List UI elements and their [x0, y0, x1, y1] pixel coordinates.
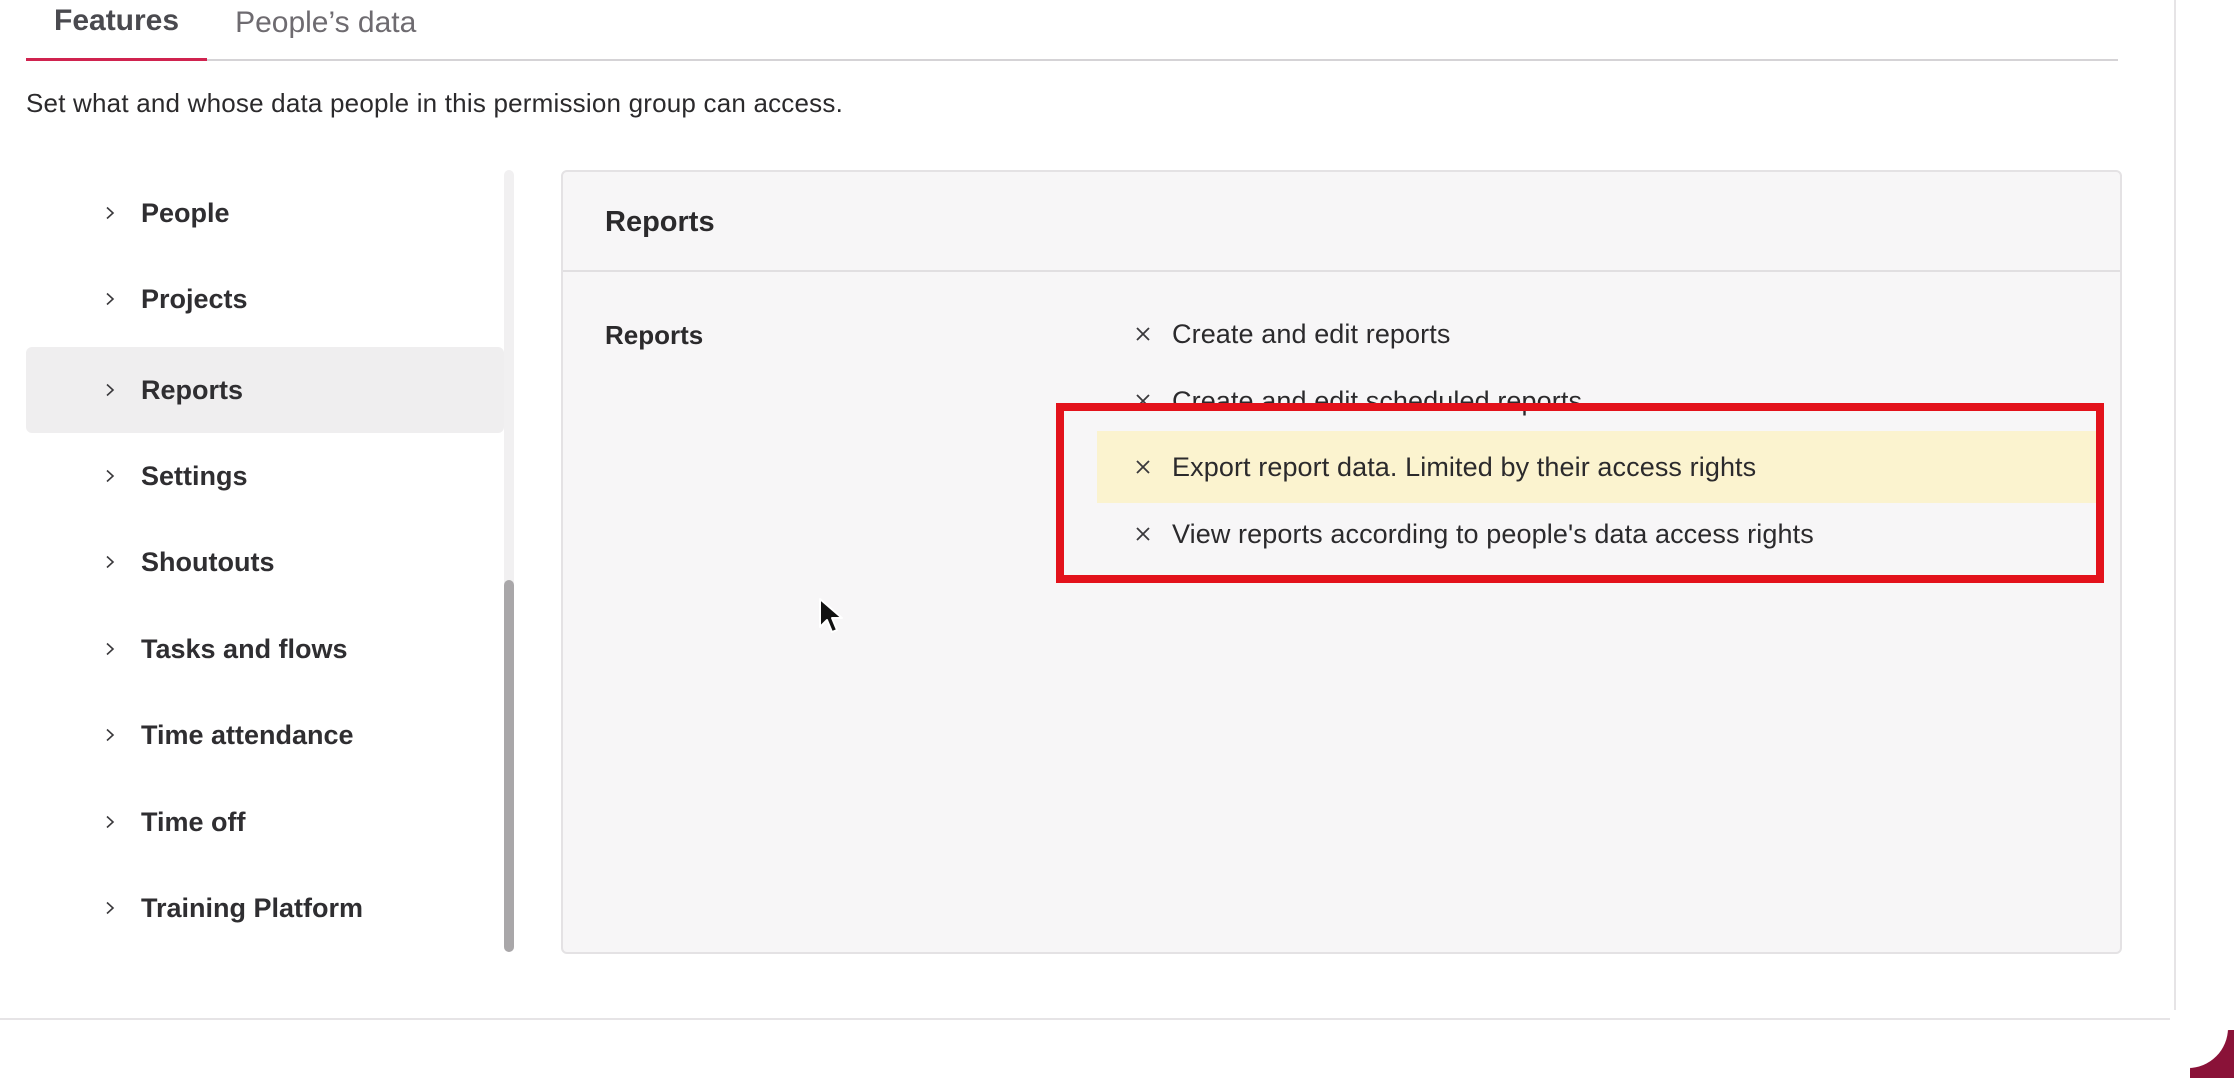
sidebar-item-label: Shoutouts	[141, 546, 275, 577]
sidebar-item-label: Settings	[141, 460, 248, 491]
sidebar-item-time-attendance[interactable]: Time attendance	[26, 692, 504, 778]
sidebar-item-reports[interactable]: Reports	[26, 347, 504, 433]
permission-label: Create and edit reports	[1172, 318, 1451, 349]
x-icon	[1133, 324, 1153, 344]
chevron-right-icon	[98, 378, 122, 402]
sidebar-item-label: People	[141, 197, 230, 228]
frame-right-border	[2174, 0, 2176, 1020]
sidebar-item-label: Tasks and flows	[141, 633, 348, 664]
page-description: Set what and whose data people in this p…	[26, 88, 843, 118]
sidebar-item-shoutouts[interactable]: Shoutouts	[26, 519, 504, 605]
annotation-highlight-box	[1056, 403, 2104, 583]
chevron-right-icon	[98, 723, 122, 747]
permission-group-page: Features People’s data Set what and whos…	[0, 0, 2234, 1078]
chevron-right-icon	[98, 464, 122, 488]
chevron-right-icon	[98, 637, 122, 661]
mouse-cursor-icon	[819, 598, 843, 633]
section-label: Reports	[605, 320, 704, 350]
chevron-right-icon	[98, 896, 122, 920]
sidebar-item-settings[interactable]: Settings	[26, 433, 504, 519]
sidebar-item-time-off[interactable]: Time off	[26, 779, 504, 865]
sidebar-item-label: Time off	[141, 806, 246, 837]
sidebar-item-label: Projects	[141, 283, 248, 314]
chevron-right-icon	[98, 201, 122, 225]
panel-header: Reports	[563, 172, 2120, 272]
sidebar-item-projects[interactable]: Projects	[26, 256, 504, 342]
tab-peoples-data-label: People’s data	[235, 5, 417, 39]
sidebar-item-people[interactable]: People	[26, 170, 504, 256]
chevron-right-icon	[98, 287, 122, 311]
sidebar-item-tasks-and-flows[interactable]: Tasks and flows	[26, 606, 504, 692]
tab-peoples-data[interactable]: People’s data	[207, 2, 444, 61]
sidebar-item-label: Reports	[141, 374, 244, 405]
sidebar-item-training-platform[interactable]: Training Platform	[26, 865, 504, 951]
tab-bar: Features People’s data	[26, 0, 2118, 61]
tab-features[interactable]: Features	[26, 2, 208, 61]
permission-row: Create and edit reports	[1097, 298, 2097, 370]
sidebar-item-label: Time attendance	[141, 719, 354, 750]
frame-bottom-border	[0, 1018, 2176, 1020]
sidebar-scrollbar-thumb[interactable]	[504, 580, 514, 952]
sidebar-item-label: Training Platform	[141, 892, 364, 923]
chevron-right-icon	[98, 550, 122, 574]
tab-features-label: Features	[54, 4, 180, 37]
feature-sidebar: People Projects Reports Settings Shoutou…	[26, 170, 506, 952]
panel-title: Reports	[605, 206, 715, 238]
chevron-right-icon	[98, 810, 122, 834]
